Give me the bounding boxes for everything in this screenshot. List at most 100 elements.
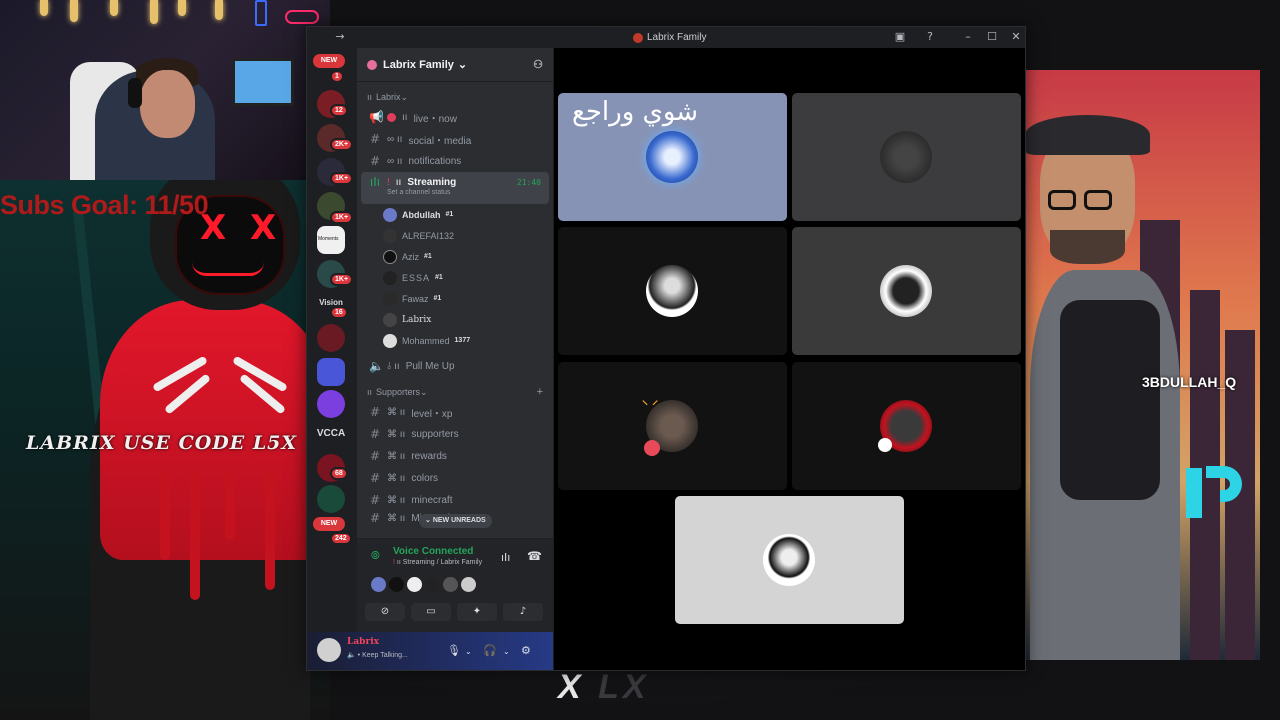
voice-location[interactable]: ! ıı Streaming / Labrix Family (393, 559, 482, 566)
user-name[interactable]: Labrix (347, 637, 379, 647)
screen-share-icon[interactable]: ▣ (893, 30, 907, 44)
soundboard-button[interactable]: ♪ (503, 603, 543, 621)
server-new-badge: NEW (313, 54, 345, 68)
avatar (880, 265, 932, 317)
minimize-icon[interactable]: – (961, 30, 975, 44)
avatar (646, 131, 698, 183)
subs-goal-text: Subs Goal: 11/50 (0, 190, 209, 220)
live-dot-icon (387, 112, 396, 122)
user-avatar[interactable] (317, 638, 341, 662)
server-icon-moments[interactable]: Moments (317, 226, 345, 254)
participant-tile[interactable] (792, 227, 1021, 355)
avatar (383, 249, 397, 264)
server-header[interactable]: Labrix Family ⌄ ⚇ (357, 48, 553, 82)
voice-user[interactable]: ESSA #1 (357, 267, 553, 288)
avatar (383, 333, 397, 348)
tile-caption: شوي وراجع (572, 97, 699, 127)
avatar (371, 577, 386, 592)
participant-tile[interactable] (792, 93, 1021, 221)
voice-user[interactable]: Fawaz #1 (357, 288, 553, 309)
participant-tile[interactable] (558, 227, 787, 355)
avatar (646, 265, 698, 317)
voice-user[interactable]: Mohammed 1377 (357, 330, 553, 351)
server-badge: 16 (330, 306, 348, 319)
settings-gear-icon[interactable]: ⚙ (521, 644, 531, 657)
server-icon[interactable] (317, 390, 345, 418)
participant-tile[interactable]: ⸌ ⸍ (558, 362, 787, 490)
hash-icon: # (369, 471, 381, 485)
badge-icon (878, 438, 892, 452)
chevron-down-icon[interactable]: ⌄ (465, 647, 472, 656)
chevron-down-icon[interactable]: ⌄ (503, 647, 510, 656)
hash-icon: # (369, 405, 381, 419)
channel-pull-me-up[interactable]: 🔈 ⫰ ıı Pull Me Up (361, 355, 549, 377)
add-channel-icon[interactable]: + (537, 386, 543, 398)
channel-notifications[interactable]: # ∞ ıı notifications (361, 150, 549, 172)
hash-icon: # (369, 449, 381, 463)
server-icon[interactable] (317, 324, 345, 352)
stream-overlay: X X Subs Goal: 11/50 LABRIX USE CODE L5X (0, 0, 1280, 720)
avatar (383, 312, 397, 327)
title-bar[interactable]: → Labrix Family ▣ ? – ☐ ✕ (307, 27, 1025, 48)
participant-tile[interactable] (792, 362, 1021, 490)
participant-tile[interactable] (675, 496, 904, 624)
screen-share-button[interactable]: ▭ (411, 603, 451, 621)
camera-off-button[interactable]: ⊘ (365, 603, 405, 621)
new-unreads-button[interactable]: ⌄ NEW UNREADS (419, 514, 492, 528)
channel-streaming[interactable]: ıIı ! ıı Streaming 21:40 Set a channel st… (361, 172, 549, 204)
back-arrow-icon[interactable]: → (333, 30, 347, 44)
bottom-watermark: X LX (558, 668, 650, 706)
channel-social-media[interactable]: # ∞ ıı social・media (361, 128, 549, 150)
channel-status[interactable]: Set a channel status (387, 189, 450, 196)
signal-icon[interactable]: ⦾ (371, 549, 380, 563)
noise-suppression-icon[interactable]: ıIı (501, 551, 510, 564)
help-icon[interactable]: ? (923, 30, 937, 44)
hash-icon: # (369, 493, 381, 507)
chevron-down-icon: ⌄ (457, 59, 468, 71)
disconnect-icon[interactable]: ☎ (527, 549, 542, 563)
viewer-tag: 3BDULLAH_Q (1142, 374, 1237, 390)
close-icon[interactable]: ✕ (1009, 30, 1023, 44)
category-supporters[interactable]: ıı Supporters ⌄ + (357, 383, 553, 401)
server-icon-vcca[interactable]: VCCA (313, 428, 349, 439)
voice-user[interactable]: ALREFAI132 (357, 225, 553, 246)
speaking-icon: ⸌ ⸍ (642, 398, 659, 412)
avatar (461, 577, 476, 592)
channel-minecraft[interactable]: # ⌘ ıı minecraft (361, 489, 549, 511)
voice-user[interactable]: Labrix (357, 309, 553, 330)
p-logo-icon (1186, 466, 1242, 518)
server-logo-icon (633, 32, 643, 43)
voice-user[interactable]: Aziz #1 (357, 246, 553, 267)
voice-connection-panel: ⦾ Voice Connected ! ıı Streaming / Labri… (357, 538, 553, 634)
right-character-art (1020, 70, 1260, 660)
avatar (389, 577, 404, 592)
server-new-badge: NEW (313, 517, 345, 531)
user-status[interactable]: 🔈 • Keep Talking... (347, 651, 408, 659)
server-icon[interactable] (317, 485, 345, 513)
avatar (383, 270, 397, 285)
channel-colors[interactable]: # ⌘ ıı colors (361, 467, 549, 489)
channel-supporters[interactable]: # ⌘ ıı supporters (361, 423, 549, 445)
server-badge: 1K+ (330, 172, 354, 185)
avatar (880, 131, 932, 183)
server-rail: NEW 1 12 2K+ 1K+ 1K+ Moments 1K+ Vision … (307, 48, 357, 636)
channel-live-now[interactable]: 📢 ıı live・now (361, 106, 549, 128)
discord-window[interactable]: → Labrix Family ▣ ? – ☐ ✕ NEW 1 12 2K+ 1… (306, 26, 1026, 671)
headphones-icon[interactable]: 🎧 (483, 644, 497, 657)
avatar (443, 577, 458, 592)
activities-button[interactable]: ✦ (457, 603, 497, 621)
badge-icon (644, 440, 660, 456)
invite-icon[interactable]: ⚇ (533, 58, 543, 71)
webcam-feed (0, 0, 330, 180)
avatar (383, 207, 397, 222)
participant-tile[interactable]: شوي وراجع (558, 93, 787, 221)
avatar (425, 577, 440, 592)
voice-user[interactable]: Abdullah #1 (357, 204, 553, 225)
channel-rewards[interactable]: # ⌘ ıı rewards (361, 445, 549, 467)
maximize-icon[interactable]: ☐ (985, 30, 999, 44)
category-labrix[interactable]: ıı Labrix ⌄ (357, 88, 553, 106)
channel-level-xp[interactable]: # ⌘ ıı level・xp (361, 401, 549, 423)
server-badge: 242 (330, 532, 352, 545)
folder-icon[interactable] (317, 358, 345, 386)
microphone-icon[interactable]: 🎙 (447, 644, 461, 657)
